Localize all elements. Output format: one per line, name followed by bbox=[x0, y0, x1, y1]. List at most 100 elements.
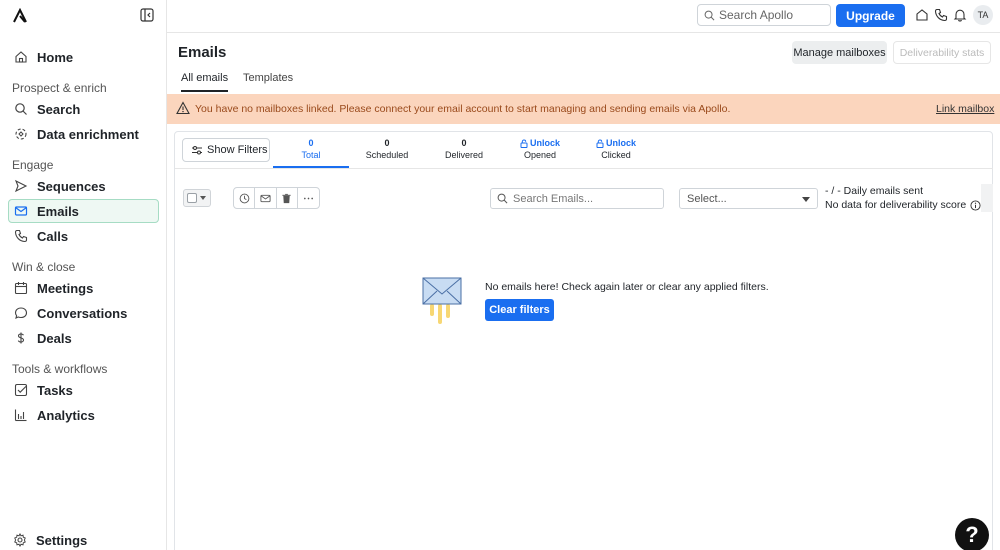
page-title: Emails bbox=[178, 44, 227, 61]
bell-icon[interactable] bbox=[953, 8, 967, 22]
sidebar-item-label: Settings bbox=[36, 532, 88, 548]
bulk-actions-group bbox=[233, 187, 320, 209]
dollar-icon bbox=[17, 332, 25, 344]
sidebar-item-label: Search bbox=[37, 101, 81, 117]
chevron-down-icon bbox=[802, 197, 810, 202]
upgrade-button[interactable]: Upgrade bbox=[836, 4, 905, 27]
sidebar-item-label: Home bbox=[37, 49, 74, 65]
section-engage: Engage bbox=[12, 158, 54, 172]
sidebar-item-home[interactable]: Home bbox=[8, 45, 159, 69]
home-outline-icon[interactable] bbox=[915, 8, 929, 22]
empty-state-message: No emails here! Check again later or cle… bbox=[485, 281, 769, 293]
search-icon bbox=[497, 193, 508, 204]
link-mailbox-link[interactable]: Link mailbox bbox=[936, 103, 994, 115]
daily-emails-sent: - / - Daily emails sent bbox=[825, 185, 924, 197]
tab-all-emails[interactable]: All emails bbox=[181, 72, 229, 92]
sidebar-item-label: Deals bbox=[37, 330, 72, 346]
sidebar-item-deals[interactable]: Deals bbox=[8, 326, 159, 350]
checkbox[interactable] bbox=[187, 193, 197, 203]
select-placeholder: Select... bbox=[687, 192, 727, 205]
stat-delivered[interactable]: 0 Delivered bbox=[426, 138, 502, 160]
search-emails-input[interactable]: Search Emails... bbox=[490, 188, 664, 209]
sidebar-item-analytics[interactable]: Analytics bbox=[8, 403, 159, 427]
delete-button[interactable] bbox=[277, 188, 298, 208]
collapse-sidebar-icon[interactable] bbox=[140, 8, 154, 22]
unlock-link[interactable]: Unlock bbox=[578, 138, 654, 148]
tab-templates[interactable]: Templates bbox=[243, 72, 293, 90]
stat-label: Opened bbox=[523, 150, 557, 160]
sidebar-item-data-enrichment[interactable]: Data enrichment bbox=[8, 122, 159, 146]
stat-clicked[interactable]: Unlock Clicked bbox=[578, 138, 654, 160]
section-tools-workflows: Tools & workflows bbox=[12, 362, 108, 376]
warning-icon bbox=[176, 101, 190, 115]
info-icon[interactable] bbox=[970, 199, 981, 211]
sidebar-item-label: Conversations bbox=[37, 305, 128, 321]
banner-text: You have no mailboxes linked. Please con… bbox=[195, 103, 731, 115]
help-button[interactable]: ? bbox=[955, 518, 989, 550]
show-filters-button[interactable]: Show Filters bbox=[182, 138, 270, 162]
apollo-logo-icon[interactable] bbox=[12, 8, 28, 24]
chevron-down-icon[interactable] bbox=[200, 196, 206, 200]
sidebar-item-search[interactable]: Search bbox=[8, 97, 159, 121]
scrollbar[interactable] bbox=[981, 184, 993, 212]
send-icon bbox=[14, 179, 28, 193]
stat-value: 0 bbox=[461, 138, 467, 148]
section-prospect-enrich: Prospect & enrich bbox=[12, 81, 107, 95]
deliverability-stats-button[interactable]: Deliverability stats bbox=[893, 41, 991, 64]
mail-icon bbox=[260, 194, 271, 202]
manage-mailboxes-button[interactable]: Manage mailboxes bbox=[792, 41, 887, 64]
sidebar-item-settings[interactable]: Settings bbox=[8, 530, 159, 550]
global-search-input[interactable]: Search Apollo bbox=[697, 4, 831, 26]
sidebar: Home Prospect & enrich Search Data enric… bbox=[0, 0, 167, 550]
stat-opened[interactable]: Unlock Opened bbox=[502, 138, 578, 160]
snooze-button[interactable] bbox=[234, 188, 256, 208]
select-all-checkbox[interactable] bbox=[183, 189, 211, 207]
stat-total[interactable]: 0 Total bbox=[273, 138, 349, 168]
stat-label: Scheduled bbox=[365, 150, 409, 160]
sidebar-item-label: Calls bbox=[37, 228, 69, 244]
sidebar-item-calls[interactable]: Calls bbox=[8, 224, 159, 248]
sidebar-item-label: Data enrichment bbox=[37, 126, 139, 142]
unlock-label: Unlock bbox=[529, 138, 560, 148]
stat-label: Total bbox=[301, 150, 321, 160]
sidebar-item-tasks[interactable]: Tasks bbox=[8, 378, 159, 402]
empty-mailbox-illustration bbox=[422, 277, 462, 324]
filter-sliders-icon bbox=[192, 146, 202, 155]
stat-label: Delivered bbox=[444, 150, 484, 160]
sidebar-item-emails[interactable]: Emails bbox=[8, 199, 159, 223]
sidebar-item-conversations[interactable]: Conversations bbox=[8, 301, 159, 325]
search-icon bbox=[15, 103, 27, 115]
warning-banner: You have no mailboxes linked. Please con… bbox=[167, 94, 1000, 124]
sidebar-item-meetings[interactable]: Meetings bbox=[8, 276, 159, 300]
sidebar-item-label: Meetings bbox=[37, 280, 94, 296]
bar-chart-icon bbox=[14, 409, 27, 422]
unlock-link[interactable]: Unlock bbox=[502, 138, 578, 148]
clear-filters-button[interactable]: Clear filters bbox=[485, 299, 554, 321]
sidebar-item-label: Tasks bbox=[37, 382, 73, 398]
card-divider bbox=[175, 168, 993, 169]
phone-icon[interactable] bbox=[934, 8, 948, 22]
mail-icon bbox=[14, 206, 28, 216]
lock-icon bbox=[520, 138, 528, 148]
sidebar-item-label: Analytics bbox=[37, 407, 95, 423]
chat-bubble-icon bbox=[14, 307, 28, 319]
sidebar-item-label: Sequences bbox=[37, 178, 106, 194]
more-horizontal-icon bbox=[303, 197, 313, 199]
stat-value: 0 bbox=[384, 138, 390, 148]
deliverability-score-text: No data for deliverability score bbox=[825, 199, 967, 211]
avatar[interactable]: TA bbox=[973, 5, 993, 25]
deliverability-score: No data for deliverability score bbox=[825, 199, 981, 211]
trash-icon bbox=[282, 193, 291, 203]
stat-scheduled[interactable]: 0 Scheduled bbox=[349, 138, 425, 160]
phone-icon bbox=[14, 229, 28, 243]
top-bar: Search Apollo Upgrade TA bbox=[167, 0, 1000, 33]
search-emails-placeholder: Search Emails... bbox=[513, 192, 594, 205]
mark-read-button[interactable] bbox=[255, 188, 277, 208]
more-actions-button[interactable] bbox=[298, 188, 319, 208]
mailbox-select[interactable]: Select... bbox=[679, 188, 818, 209]
home-icon bbox=[15, 51, 27, 63]
enrichment-icon bbox=[15, 128, 27, 140]
calendar-icon bbox=[14, 282, 28, 295]
search-placeholder: Search Apollo bbox=[719, 8, 794, 22]
sidebar-item-sequences[interactable]: Sequences bbox=[8, 174, 159, 198]
